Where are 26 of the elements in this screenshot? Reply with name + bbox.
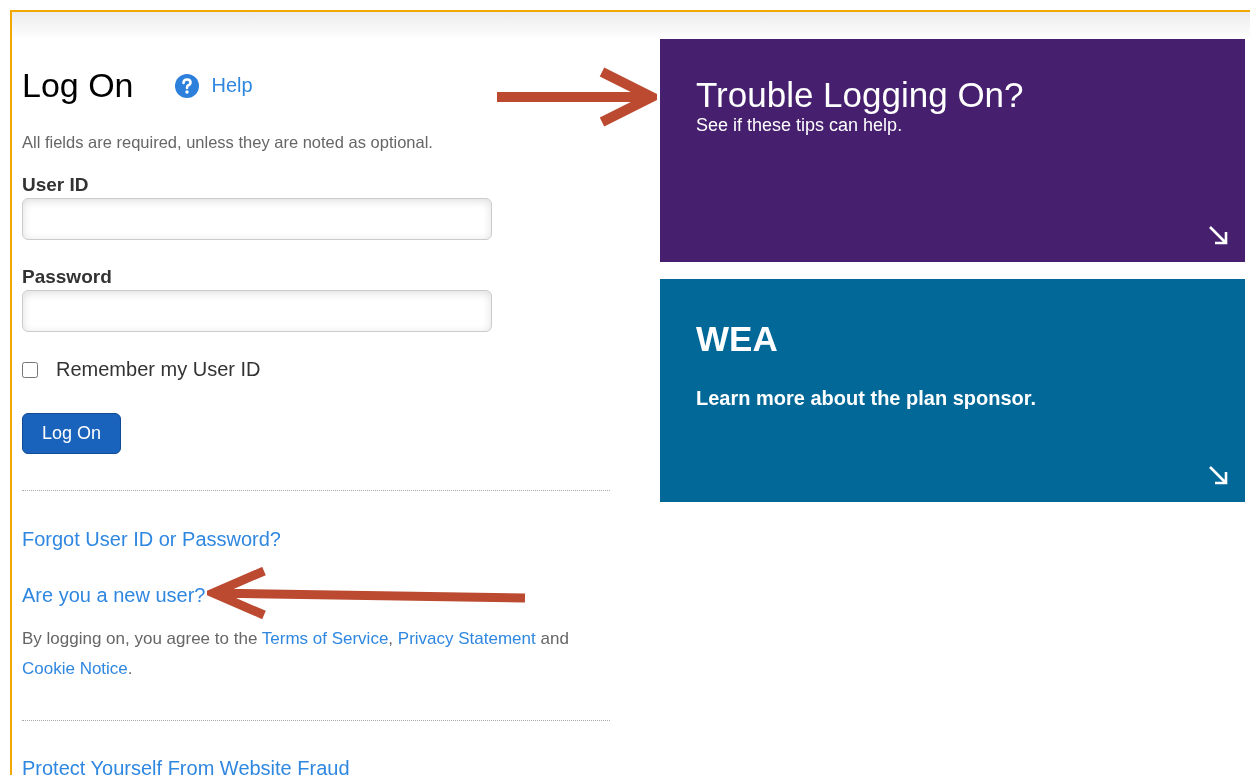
required-note: All fields are required, unless they are noted as optional.: [22, 133, 434, 152]
input-field[interactable]: [22, 290, 492, 333]
remember-checkbox[interactable]: [22, 361, 38, 378]
remember-label: Remember my User ID: [56, 358, 261, 382]
tile-subtitle: Learn more about the plan sponsor.: [696, 387, 1038, 410]
page-title: Log On: [22, 66, 134, 105]
promo-tile[interactable]: Trouble Logging On? See if these tips can help.: [660, 39, 1245, 262]
input-field[interactable]: [22, 198, 492, 241]
policy-link[interactable]: Terms of Service: [261, 629, 389, 648]
fraud-link[interactable]: Protect Yourself From Website Fraud: [22, 757, 350, 775]
arrow-icon: [1207, 464, 1229, 486]
arrow-icon: [1207, 224, 1229, 246]
account-link[interactable]: Forgot User ID or Password?: [22, 528, 281, 552]
policy-link[interactable]: Cookie Notice: [22, 659, 128, 678]
promo-tile[interactable]: WEA Learn more about the plan sponsor.: [660, 279, 1245, 502]
field-label: Password: [22, 266, 113, 289]
agreement-text: By logging on, you agree to the Terms of Service, Privacy Statement and Cookie Notice.: [22, 628, 570, 680]
help-icon[interactable]: [173, 72, 200, 99]
help-link[interactable]: Help: [211, 74, 253, 97]
field-label: User ID: [22, 174, 90, 196]
tile-title: Trouble Logging On?: [696, 75, 1025, 115]
tile-title: WEA: [696, 319, 779, 359]
policy-link[interactable]: Privacy Statement: [397, 629, 536, 648]
account-link[interactable]: Are you a new user?: [22, 583, 206, 607]
tile-subtitle: See if these tips can help.: [696, 115, 904, 136]
log-on-button[interactable]: Log On: [22, 413, 122, 455]
